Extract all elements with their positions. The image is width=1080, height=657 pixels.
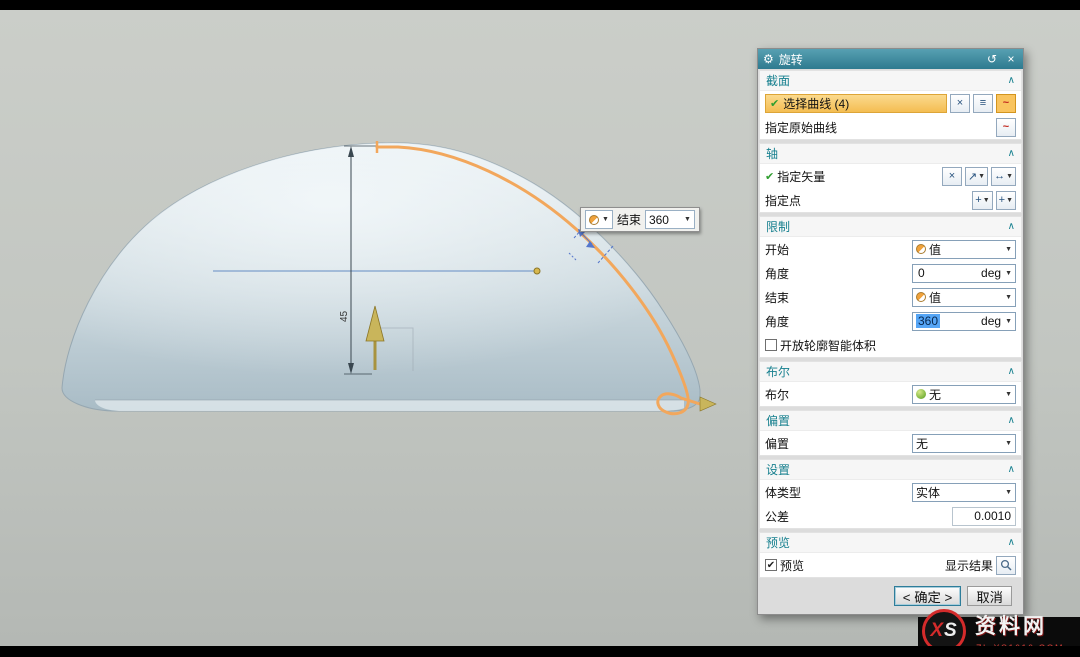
offset-label: 偏置 xyxy=(765,435,789,452)
point-constructor-button[interactable]: +▼ xyxy=(972,191,992,210)
section-header-limits[interactable]: 限制 ∧ xyxy=(760,217,1021,237)
chevron-up-icon: ∧ xyxy=(1008,148,1015,159)
section-boolean: 布尔 ∧ 布尔 无 ▼ xyxy=(759,361,1022,407)
curve-rule-icon-button[interactable]: ~ xyxy=(996,94,1016,113)
dimension-value: 45 xyxy=(339,310,350,322)
select-curve-label: 选择曲线 (4) xyxy=(783,95,849,112)
chevron-up-icon: ∧ xyxy=(1008,415,1015,426)
chevron-down-icon: ▼ xyxy=(1005,294,1012,301)
preview-checkbox[interactable]: ✔ xyxy=(765,559,777,571)
unit-label: deg xyxy=(981,314,1001,328)
revolve-direction-arrow[interactable] xyxy=(700,397,716,411)
magnifier-icon xyxy=(1000,559,1012,571)
chevron-up-icon: ∧ xyxy=(1008,537,1015,548)
select-curve-field[interactable]: ✔ 选择曲线 (4) xyxy=(765,94,947,113)
body-highlight xyxy=(62,143,700,411)
gear-icon: ⚙ xyxy=(763,52,774,66)
origin-curve-select-button[interactable]: ~ xyxy=(996,118,1016,137)
section-header-axis[interactable]: 轴 ∧ xyxy=(760,144,1021,164)
tolerance-label: 公差 xyxy=(765,508,789,525)
value-option-icon xyxy=(916,244,926,254)
end-label: 结束 xyxy=(765,289,789,306)
limit-type-dropdown[interactable]: ▼ xyxy=(585,210,613,229)
reset-button[interactable]: ↺ xyxy=(985,52,999,66)
boolean-label: 布尔 xyxy=(765,386,789,403)
body-type-label: 体类型 xyxy=(765,484,801,501)
open-profile-checkbox[interactable] xyxy=(765,339,777,351)
end-angle-field[interactable]: 360 deg ▼ xyxy=(912,312,1016,331)
body-type-dropdown[interactable]: 实体 ▼ xyxy=(912,483,1016,502)
end-angle-label: 角度 xyxy=(765,313,789,330)
close-button[interactable]: × xyxy=(1004,52,1018,66)
point-dropdown-button[interactable]: +▼ xyxy=(996,191,1016,210)
start-angle-field[interactable]: 0 deg ▼ xyxy=(912,264,1016,283)
clear-vector-icon-button[interactable]: × xyxy=(942,167,962,186)
watermark-site-name: 资料网 xyxy=(975,610,1047,640)
selected-angle-value: 360 xyxy=(916,314,940,328)
end-angle-dropdown[interactable]: 360 ▼ xyxy=(645,210,695,229)
section-header-curve[interactable]: 截面 ∧ xyxy=(760,71,1021,91)
chevron-down-icon: ▼ xyxy=(1005,246,1012,253)
axis-point[interactable] xyxy=(534,268,540,274)
section-settings: 设置 ∧ 体类型 实体 ▼ 公差 0.0010 xyxy=(759,459,1022,529)
section-offset: 偏置 ∧ 偏置 无 ▼ xyxy=(759,410,1022,456)
cancel-button[interactable]: 取消 xyxy=(967,586,1012,606)
chevron-up-icon: ∧ xyxy=(1008,221,1015,232)
preview-label: 预览 xyxy=(780,557,804,574)
section-header-preview[interactable]: 预览 ∧ xyxy=(760,533,1021,553)
section-header-boolean[interactable]: 布尔 ∧ xyxy=(760,362,1021,382)
ok-button[interactable]: < 确定 > xyxy=(894,586,962,606)
revolve-dialog: ⚙ 旋转 ↺ × 截面 ∧ ✔ 选择曲线 (4) × ≡ ~ 指定原始曲线 xyxy=(757,48,1024,615)
specify-vector-label: 指定矢量 xyxy=(777,168,825,185)
section-header-offset[interactable]: 偏置 ∧ xyxy=(760,411,1021,431)
specify-point-label: 指定点 xyxy=(765,192,801,209)
value-option-icon xyxy=(916,292,926,302)
check-icon: ✔ xyxy=(770,97,779,110)
dialog-title: 旋转 xyxy=(779,51,803,68)
chevron-down-icon: ▼ xyxy=(1005,391,1012,398)
chevron-up-icon: ∧ xyxy=(1008,464,1015,475)
start-label: 开始 xyxy=(765,241,789,258)
section-limits: 限制 ∧ 开始 值 ▼ 角度 0 deg ▼ 结束 xyxy=(759,216,1022,358)
section-curve: 截面 ∧ ✔ 选择曲线 (4) × ≡ ~ 指定原始曲线 ~ xyxy=(759,70,1022,140)
unit-label: deg xyxy=(981,266,1001,280)
open-profile-label: 开放轮廓智能体积 xyxy=(780,337,876,354)
offset-dropdown[interactable]: 无 ▼ xyxy=(912,434,1016,453)
start-type-dropdown[interactable]: 值 ▼ xyxy=(912,240,1016,259)
chevron-up-icon: ∧ xyxy=(1008,366,1015,377)
chevron-up-icon: ∧ xyxy=(1008,75,1015,86)
origin-curve-label: 指定原始曲线 xyxy=(765,119,837,136)
section-header-settings[interactable]: 设置 ∧ xyxy=(760,460,1021,480)
start-angle-label: 角度 xyxy=(765,265,789,282)
floating-mini-toolbar: ▼ 结束 360 ▼ xyxy=(580,207,700,232)
boolean-dropdown[interactable]: 无 ▼ xyxy=(912,385,1016,404)
chevron-down-icon: ▼ xyxy=(684,216,691,223)
selection-list-icon-button[interactable]: ≡ xyxy=(973,94,993,113)
value-option-icon xyxy=(589,215,599,225)
section-preview: 预览 ∧ ✔ 预览 显示结果 xyxy=(759,532,1022,578)
end-label: 结束 xyxy=(617,211,641,228)
section-axis: 轴 ∧ ✔ 指定矢量 × ↗▼ ↔▼ 指定点 +▼ +▼ xyxy=(759,143,1022,213)
top-black-bar xyxy=(0,0,1080,10)
chevron-down-icon: ▼ xyxy=(602,216,609,223)
boolean-none-icon xyxy=(916,389,926,399)
chevron-down-icon: ▼ xyxy=(1005,318,1012,325)
chevron-down-icon: ▼ xyxy=(1005,440,1012,447)
vector-dropdown-button[interactable]: ↗▼ xyxy=(965,167,988,186)
tolerance-field[interactable]: 0.0010 xyxy=(952,507,1016,526)
base-band xyxy=(95,400,684,411)
end-type-dropdown[interactable]: 值 ▼ xyxy=(912,288,1016,307)
show-result-magnifier-button[interactable] xyxy=(996,556,1016,575)
check-icon: ✔ xyxy=(765,170,774,183)
reverse-vector-icon-button[interactable]: ↔▼ xyxy=(991,167,1016,186)
chevron-down-icon: ▼ xyxy=(1005,489,1012,496)
end-angle-value: 360 xyxy=(649,213,669,227)
show-result-label: 显示结果 xyxy=(945,557,993,574)
chevron-down-icon: ▼ xyxy=(1005,270,1012,277)
dialog-titlebar[interactable]: ⚙ 旋转 ↺ × xyxy=(758,49,1023,69)
bottom-black-bar xyxy=(0,646,1080,657)
deselect-icon-button[interactable]: × xyxy=(950,94,970,113)
